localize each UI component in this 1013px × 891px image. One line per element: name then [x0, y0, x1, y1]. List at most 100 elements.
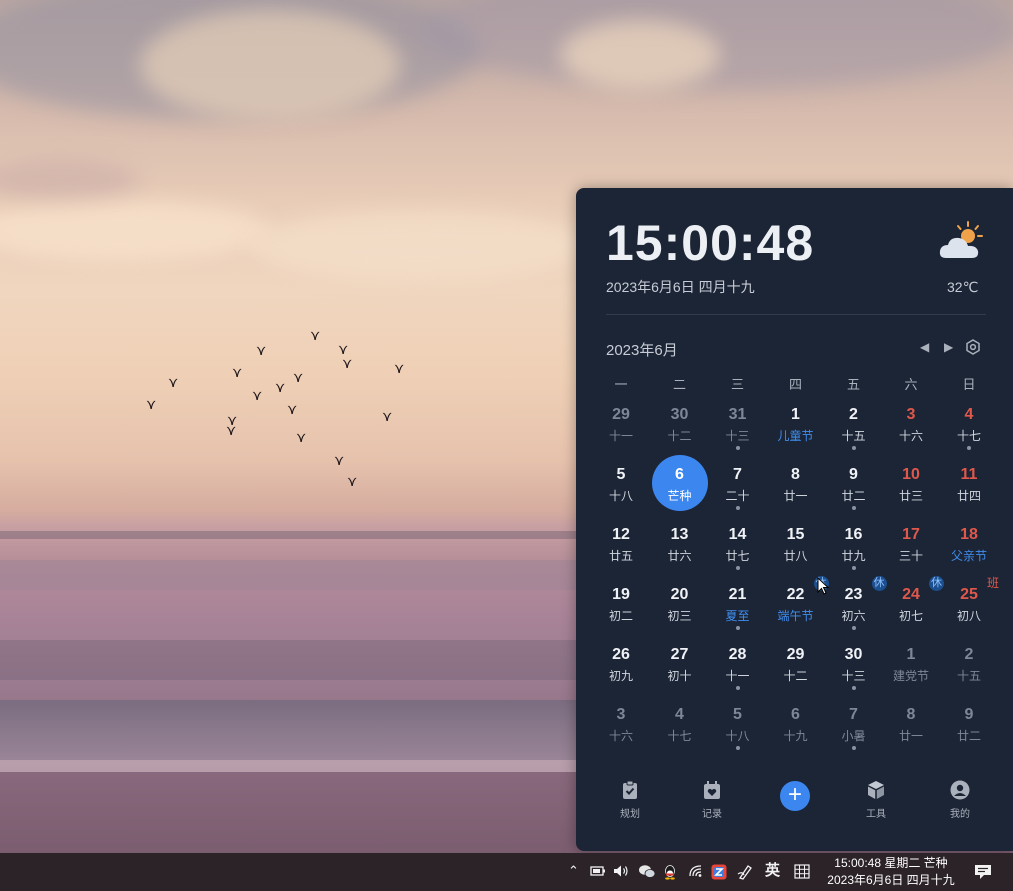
date-line: 2023年6月6日 四月十九 [606, 279, 755, 295]
bird-icon: ⋎ [256, 342, 267, 358]
calendar-day[interactable]: 14 廿七 [710, 515, 766, 573]
nav-plan-label: 规划 [620, 809, 640, 820]
calendar-day[interactable]: 27 初十 [652, 635, 708, 693]
calendar-day[interactable]: 6 十九 [768, 695, 824, 753]
calendar-day[interactable]: 7 二十 [710, 455, 766, 513]
bird-icon: ⋎ [226, 422, 237, 438]
lunar-date: 廿三 [898, 489, 923, 503]
calendar-day[interactable]: 10 廿三 [883, 455, 939, 513]
pen-icon[interactable] [737, 864, 753, 880]
calendar-day[interactable]: 21 夏至 [710, 575, 766, 633]
calendar-day[interactable]: 24 初七休 [883, 575, 944, 633]
calendar-day[interactable]: 30 十二 [652, 395, 708, 453]
calendar-day[interactable]: 1 建党节 [883, 635, 939, 693]
calendar-day[interactable]: 8 廿一 [768, 455, 824, 513]
calendar-day[interactable]: 3 十六 [593, 695, 649, 753]
calendar-day[interactable]: 29 十二 [768, 635, 824, 693]
weekday-label: 六 [904, 377, 918, 392]
nav-plan[interactable]: 规划 [600, 780, 660, 820]
lunar-date: 初九 [608, 669, 633, 683]
wifi-icon[interactable] [688, 864, 704, 878]
weekday-label: 二 [672, 377, 686, 392]
qq-icon[interactable] [662, 864, 678, 880]
ime-icon[interactable]: 英 [765, 863, 780, 879]
calendar-day[interactable]: 16 廿九 [826, 515, 882, 573]
lunar-date: 十五 [841, 429, 866, 443]
calendar-day[interactable]: 2 十五 [941, 635, 997, 693]
bird-icon: ⋎ [275, 379, 286, 395]
next-month-button[interactable]: ▶ [944, 340, 953, 354]
calendar-day[interactable]: 9 廿二 [826, 455, 882, 513]
calendar-day[interactable]: 28 十一 [710, 635, 766, 693]
bird-icon: ⋎ [287, 401, 298, 417]
calendar-day[interactable]: 31 十三 [710, 395, 766, 453]
calendar-day[interactable]: 3 十六 [883, 395, 939, 453]
weekday-label: 四 [788, 377, 802, 392]
calendar-day[interactable]: 18 父亲节 [941, 515, 997, 573]
day-number: 3 [906, 406, 916, 423]
day-number: 1 [791, 406, 800, 423]
day-number: 17 [902, 526, 920, 543]
lunar-date: 初八 [956, 609, 981, 623]
lunar-date: 二十 [725, 489, 750, 503]
event-dot [735, 746, 740, 750]
festival-label: 儿童节 [777, 429, 814, 443]
nav-tools[interactable]: 工具 [846, 780, 906, 820]
lunar-date: 十八 [608, 489, 633, 503]
calendar-day[interactable]: 7 小暑 [826, 695, 882, 753]
calendar-day[interactable]: 20 初三 [652, 575, 708, 633]
calendar-day[interactable]: 8 廿一 [883, 695, 939, 753]
lunar-date: 十一 [608, 429, 633, 443]
weekday-label: 一 [614, 377, 628, 392]
calendar-day[interactable]: 19 初二 [593, 575, 649, 633]
notification-icon[interactable] [974, 864, 992, 880]
keyboard-grid-icon[interactable] [794, 864, 810, 879]
calendar-day[interactable]: 22端午节休 [768, 575, 829, 633]
calendar-day[interactable]: 29 十一 [593, 395, 649, 453]
bird-icon: ⋎ [342, 355, 353, 371]
bird-icon: ⋎ [347, 473, 358, 489]
calendar-day-today[interactable]: 6 芒种 [651, 455, 708, 513]
calendar-day[interactable]: 9 廿二 [941, 695, 997, 753]
calendar-day[interactable]: 12 廿五 [593, 515, 649, 573]
gear-icon[interactable] [965, 339, 981, 355]
calendar-day[interactable]: 2 十五 [826, 395, 882, 453]
prev-month-button[interactable]: ◀ [920, 340, 929, 354]
lunar-date: 廿九 [841, 549, 866, 563]
calendar-day[interactable]: 25 初八班 [941, 575, 999, 633]
wechat-icon[interactable] [638, 864, 656, 879]
battery-icon[interactable] [590, 864, 606, 878]
lunar-date: 廿八 [783, 549, 808, 563]
day-number: 1 [906, 646, 916, 663]
calendar-day[interactable]: 26 初九 [593, 635, 649, 693]
event-dot [735, 446, 740, 450]
chevron-up-icon[interactable]: ⌃ [568, 863, 579, 879]
day-number: 5 [733, 706, 742, 723]
calendar-day[interactable]: 30 十三 [826, 635, 882, 693]
calendar-day[interactable]: 5 十八 [710, 695, 766, 753]
calendar-day[interactable]: 17 三十 [883, 515, 939, 573]
festival-label: 端午节 [777, 609, 814, 623]
calendar-day[interactable]: 5 十八 [593, 455, 649, 513]
calendar-day[interactable]: 23 初六休 [826, 575, 887, 633]
lunar-date: 廿五 [608, 549, 633, 563]
calendar-day[interactable]: 13 廿六 [652, 515, 708, 573]
calendar-day[interactable]: 11 廿四 [941, 455, 997, 513]
nav-record[interactable]: 记录 [682, 780, 742, 820]
calendar-day[interactable]: 1 儿童节 [768, 395, 824, 453]
lunar-date: 三十 [898, 549, 923, 563]
day-number: 15 [786, 526, 805, 543]
calendar-day[interactable]: 15 廿八 [768, 515, 824, 573]
bird-icon: ⋎ [168, 374, 179, 390]
bird-icon: ⋎ [293, 369, 304, 385]
app-icon[interactable] [711, 864, 727, 880]
bird-icon: ⋎ [382, 408, 393, 424]
calendar-day[interactable]: 4 十七 [652, 695, 708, 753]
calendar-day[interactable]: 4 十七 [941, 395, 997, 453]
nav-mine[interactable]: 我的 [930, 780, 990, 820]
taskbar-time-line: 15:00:48 星期二 芒种 [834, 856, 948, 870]
add-button[interactable]: + [780, 781, 810, 811]
temperature: 32℃ [947, 279, 979, 295]
taskbar-clock[interactable]: 15:00:48 星期二 芒种 2023年6月6日 四月十九 [816, 855, 966, 889]
volume-icon[interactable] [613, 864, 629, 878]
